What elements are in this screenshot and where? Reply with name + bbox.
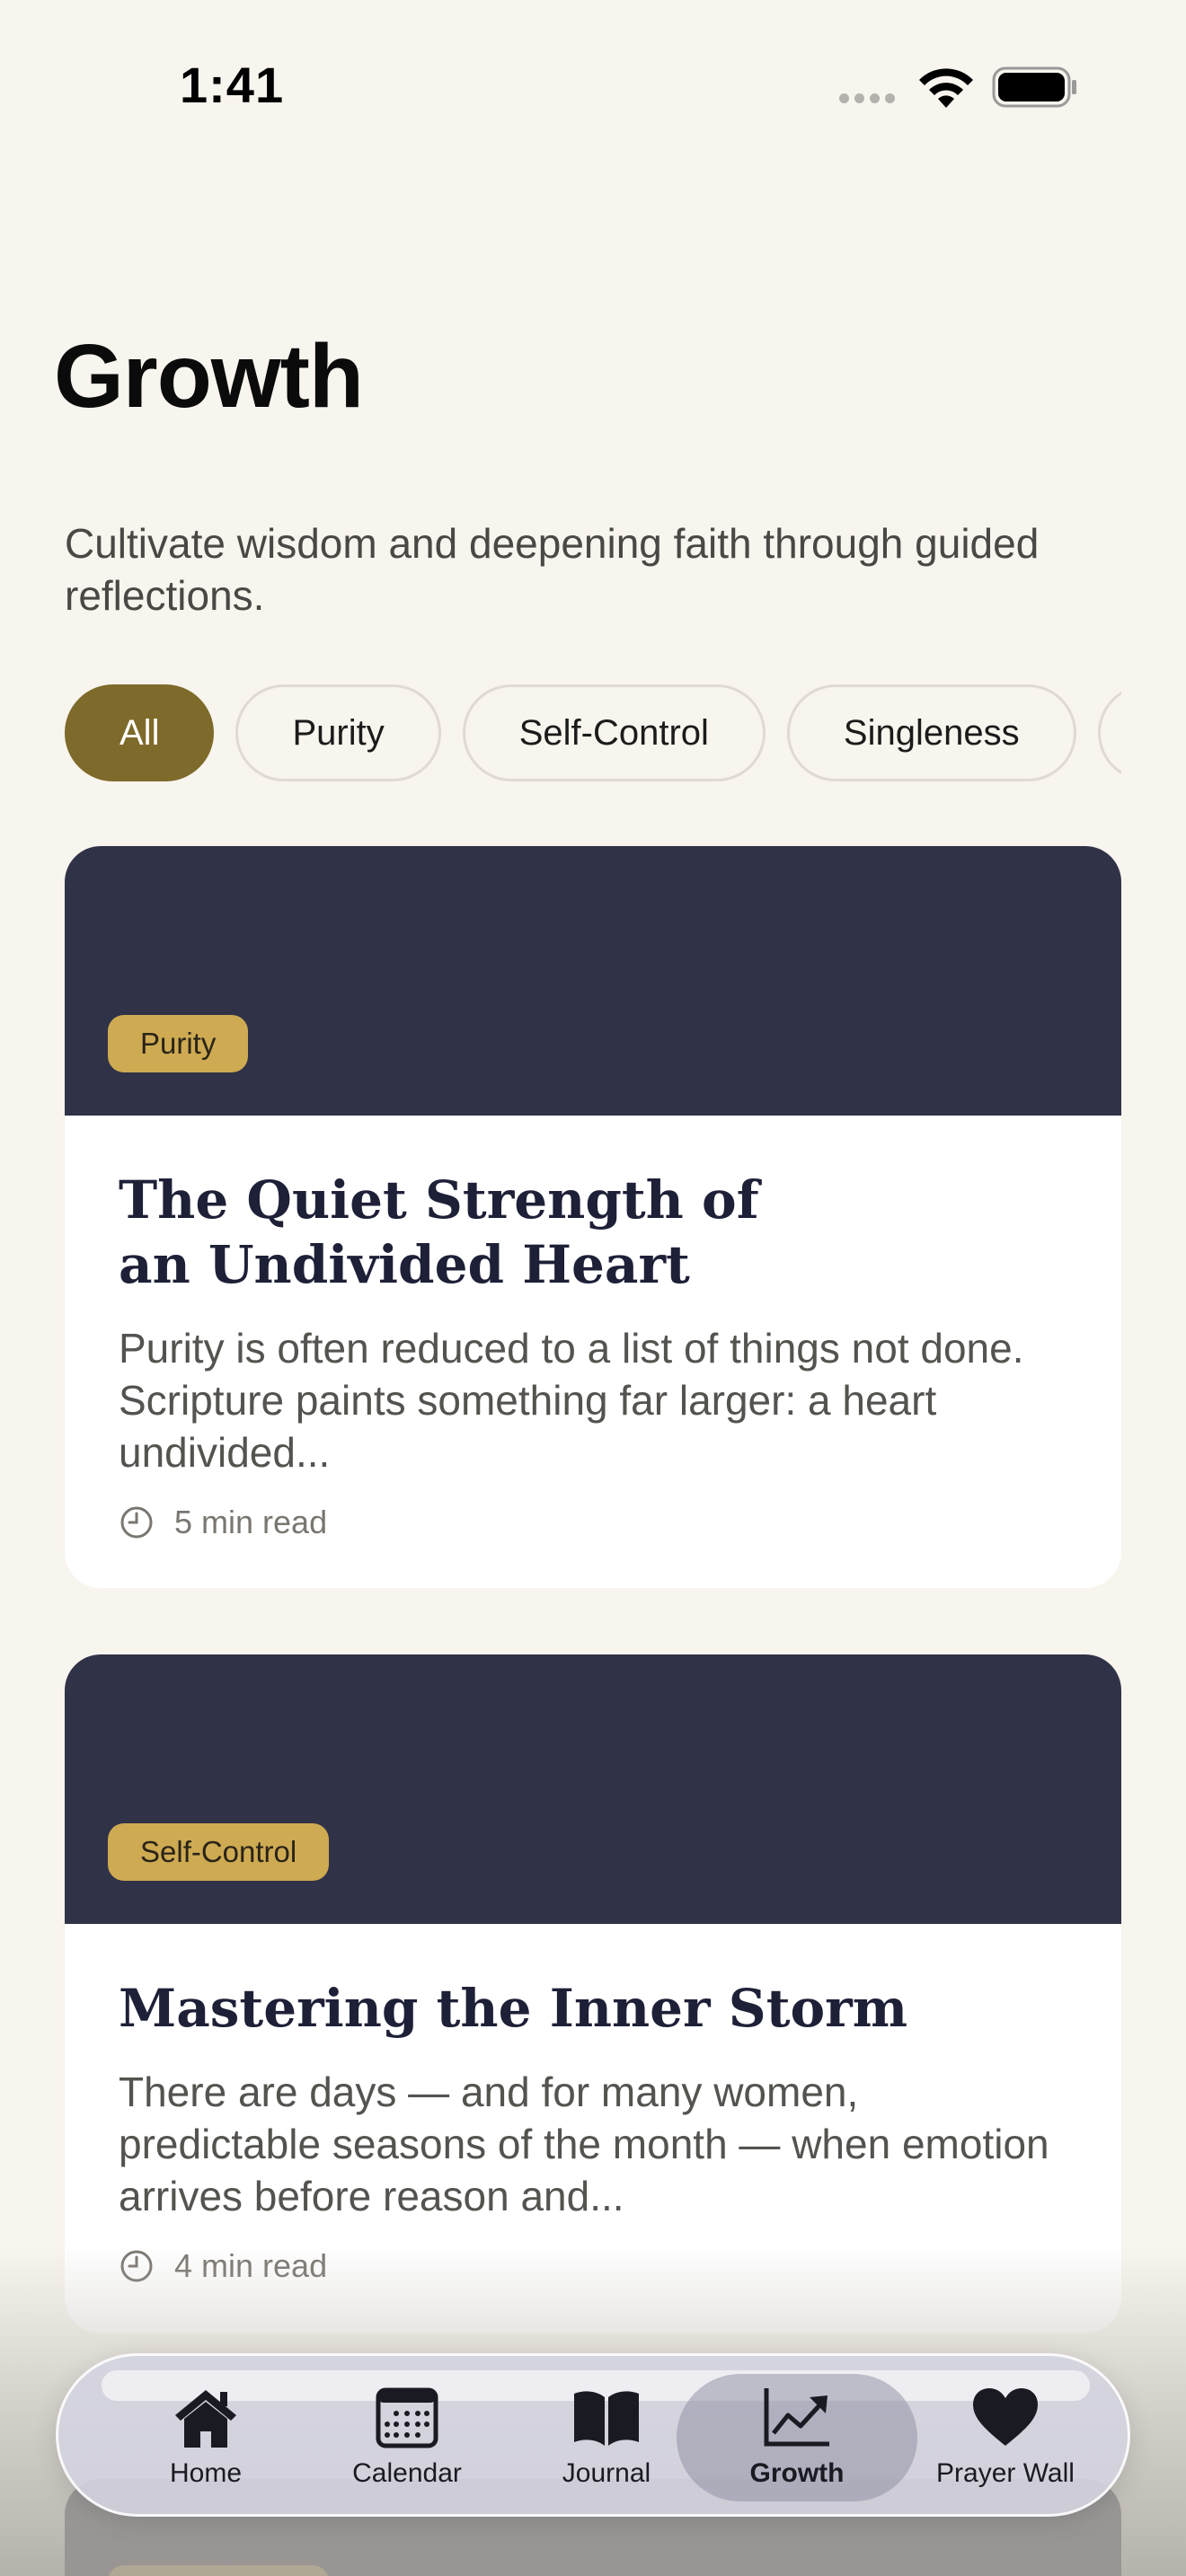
tab-journal[interactable]: Journal bbox=[508, 2374, 705, 2501]
heart-icon bbox=[973, 2388, 1038, 2446]
clock-icon bbox=[120, 2250, 153, 2282]
article-title: Mastering the Inner Storm bbox=[119, 1978, 908, 2039]
status-bar: 1:41 bbox=[0, 0, 1186, 171]
page-subtitle: Cultivate wisdom and deepening faith thr… bbox=[65, 520, 1040, 619]
article-banner: Self-Control bbox=[65, 1654, 1121, 1924]
tab-label: Home bbox=[169, 2458, 243, 2488]
filter-chip-more[interactable] bbox=[1097, 684, 1121, 781]
filter-chip-self-control[interactable]: Self-Control bbox=[462, 684, 766, 781]
article-card[interactable]: Purity The Quiet Strength of an Undivide… bbox=[65, 846, 1121, 1588]
filter-chip-singleness[interactable]: Singleness bbox=[786, 684, 1076, 781]
tab-calendar[interactable]: Calendar bbox=[308, 2374, 506, 2501]
tab-growth[interactable]: Growth bbox=[677, 2374, 917, 2501]
cellular-signal-icon bbox=[839, 93, 895, 103]
calendar-icon bbox=[376, 2387, 438, 2448]
tab-label: Growth bbox=[749, 2458, 845, 2488]
filter-chip-purity[interactable]: Purity bbox=[235, 684, 441, 781]
tab-label: Prayer Wall bbox=[936, 2458, 1075, 2488]
filter-chip-all[interactable]: All bbox=[65, 684, 215, 781]
tab-label: Journal bbox=[562, 2458, 651, 2488]
tab-bar: Home Calendar Journal Growth Prayer Wall bbox=[56, 2353, 1130, 2517]
wifi-icon bbox=[919, 68, 973, 108]
article-banner: Purity bbox=[65, 846, 1121, 1116]
battery-icon bbox=[992, 66, 1076, 108]
article-excerpt: Purity is often reduced to a list of thi… bbox=[119, 1325, 1024, 1476]
chart-trend-icon bbox=[764, 2388, 829, 2447]
tab-home[interactable]: Home bbox=[107, 2374, 305, 2501]
article-card[interactable]: Self-Control Mastering the Inner Storm T… bbox=[65, 1654, 1121, 2333]
article-category-tag: Self-Control bbox=[108, 1823, 330, 1881]
book-icon bbox=[574, 2391, 639, 2446]
article-category-tag-partial bbox=[108, 2565, 329, 2576]
category-filter-bar: All Purity Self-Control Singleness bbox=[65, 684, 1121, 781]
tab-label: Calendar bbox=[352, 2458, 462, 2488]
article-title: The Quiet Strength of an Undivided Heart bbox=[119, 1169, 759, 1295]
article-category-tag: Purity bbox=[108, 1015, 249, 1072]
page-title: Growth bbox=[54, 326, 364, 427]
house-icon bbox=[175, 2390, 236, 2448]
status-time: 1:41 bbox=[180, 57, 285, 113]
article-meta: 5 min read bbox=[119, 1504, 1067, 1541]
clock-icon bbox=[120, 1506, 153, 1539]
article-excerpt: There are days — and for many women, pre… bbox=[119, 2069, 1049, 2219]
read-time: 5 min read bbox=[174, 1504, 328, 1540]
article-meta: 4 min read bbox=[119, 2247, 1067, 2285]
tab-prayer-wall[interactable]: Prayer Wall bbox=[907, 2374, 1104, 2501]
read-time: 4 min read bbox=[174, 2247, 328, 2284]
